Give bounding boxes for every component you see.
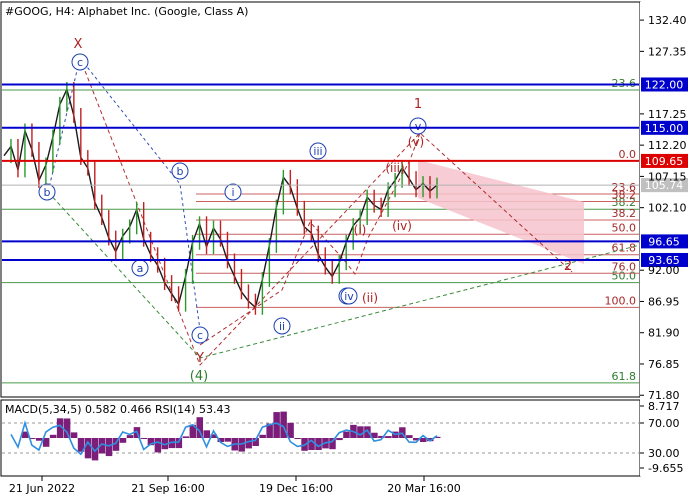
y-tick-label: 132.40 (648, 14, 687, 27)
indicator-tick-label: 70.00 (648, 417, 680, 430)
macd-bar (126, 435, 134, 438)
wave-label: (4) (190, 369, 208, 384)
wave-label: iii (313, 145, 322, 158)
y-tick-label: 107.15 (648, 170, 687, 183)
chart-svg: 23.638.250.061.80.023.638.238.250.061.87… (0, 1, 700, 495)
wave-label: (v) (408, 135, 424, 149)
y-tick-label: 127.35 (648, 45, 687, 58)
macd-bar (385, 436, 392, 438)
fib-label-right: 61.8 (612, 242, 637, 255)
fib-label-right: 76.0 (612, 260, 637, 273)
macd-bar (357, 426, 364, 438)
wave-label: a (137, 262, 144, 275)
fib-label-green: 61.8 (612, 370, 637, 383)
macd-bar (259, 434, 266, 438)
macd-bar (224, 438, 231, 442)
wave-label: X (74, 37, 83, 52)
x-tick-label: 21 Sep 16:00 (131, 482, 204, 495)
macd-bar (175, 438, 183, 449)
fib-label-right: 100.0 (605, 294, 637, 307)
fib-label-right: 0.0 (619, 148, 637, 161)
wave-label: (iii) (385, 161, 404, 175)
y-tick-label: 102.10 (648, 202, 687, 215)
macd-bar (329, 438, 336, 450)
macd-bar (203, 430, 211, 438)
wave-label: c (77, 56, 83, 69)
wave-label: (i) (354, 223, 367, 237)
chart-root: 23.638.250.061.80.023.638.238.250.061.87… (0, 0, 700, 500)
indicator-label: MACD(5,34,5) 0.582 0.466 RSI(14) 53.43 (5, 403, 230, 416)
fib-label-right: 38.2 (612, 207, 637, 220)
x-tick-label: 19 Dec 16:00 (259, 482, 333, 495)
wave-label: b (44, 186, 51, 199)
macd-bar (140, 438, 148, 439)
macd-bar (182, 436, 190, 438)
y-tick-label: 92.00 (648, 264, 680, 277)
macd-bar (154, 438, 162, 453)
y-tick-label: 81.90 (648, 327, 680, 340)
macd-bar (245, 438, 252, 449)
x-axis-layer: 21 Jun 2022 21 Sep 16:00 19 Dec 16:00 20 Ma… (9, 476, 461, 495)
y-tick-label: 76.85 (648, 358, 680, 371)
wave-label: c (197, 329, 203, 342)
wave-label: 2 (564, 259, 572, 274)
chart-title: #GOOG, H4: Alphabet Inc. (Google, Class … (5, 5, 248, 18)
indicator-tick-label: 8.717 (648, 400, 680, 413)
y-tick-label: 112.20 (648, 139, 687, 152)
wave-label: b (177, 165, 184, 178)
x-tick-label: 20 Mar 16:00 (387, 482, 460, 495)
macd-bar (63, 418, 71, 438)
wave-label: Y (195, 351, 204, 366)
wave-label: v (415, 120, 422, 133)
y-tick-label: 86.95 (648, 295, 680, 308)
macd-bar (35, 438, 43, 441)
level-axis-label: 122.00 (645, 78, 684, 91)
fib-label-right: 50.0 (612, 221, 637, 234)
level-axis-label: 115.00 (645, 122, 684, 135)
wave-label: ii (279, 320, 285, 333)
indicator-tick-label: 30.00 (648, 447, 680, 460)
y-tick-label: 117.25 (648, 108, 687, 121)
macd-bar (84, 438, 92, 459)
macd-bar (105, 438, 113, 457)
level-axis-label: 96.65 (648, 235, 680, 248)
macd-bar (294, 438, 301, 439)
indicator-tick-label: -9.655 (648, 462, 683, 475)
wave-label: i (231, 186, 234, 199)
wave-label: 1 (414, 97, 422, 112)
level-axis-label: 109.65 (645, 155, 684, 168)
x-tick-label: 21 Jun 2022 (9, 482, 75, 495)
macd-bar (49, 434, 57, 438)
macd-bar (119, 438, 127, 443)
wave-label: (ii) (362, 291, 378, 305)
fib-label-right: 38.2 (612, 188, 637, 201)
wave-label: iv (344, 290, 354, 303)
macd-bar (343, 431, 350, 438)
macd-bar (406, 435, 413, 438)
macd-bar (336, 438, 343, 441)
wave-label: (iv) (392, 219, 412, 233)
macd-bar (70, 432, 78, 438)
